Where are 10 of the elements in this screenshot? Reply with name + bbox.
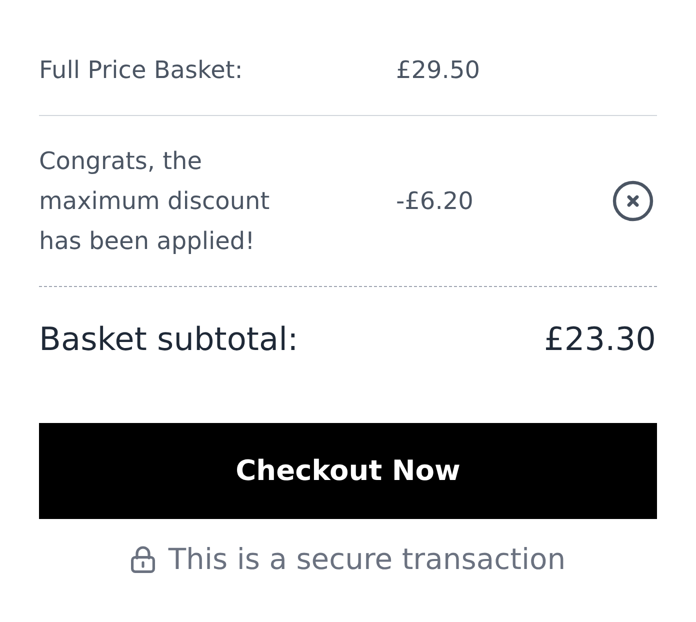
checkout-button[interactable]: Checkout Now <box>39 423 657 519</box>
subtotal-label: Basket subtotal: <box>39 319 298 359</box>
discount-value: -£6.20 <box>396 186 474 217</box>
secure-transaction-text: This is a secure transaction <box>168 541 566 578</box>
price-value: £29.50 <box>396 55 481 86</box>
lock-icon <box>130 545 156 573</box>
subtotal-value: £23.30 <box>544 319 657 359</box>
price-label: Full Price Basket: <box>39 55 244 86</box>
discount-message: Congrats, the maximum discount has been applied! <box>39 146 271 257</box>
close-icon[interactable] <box>612 180 654 222</box>
